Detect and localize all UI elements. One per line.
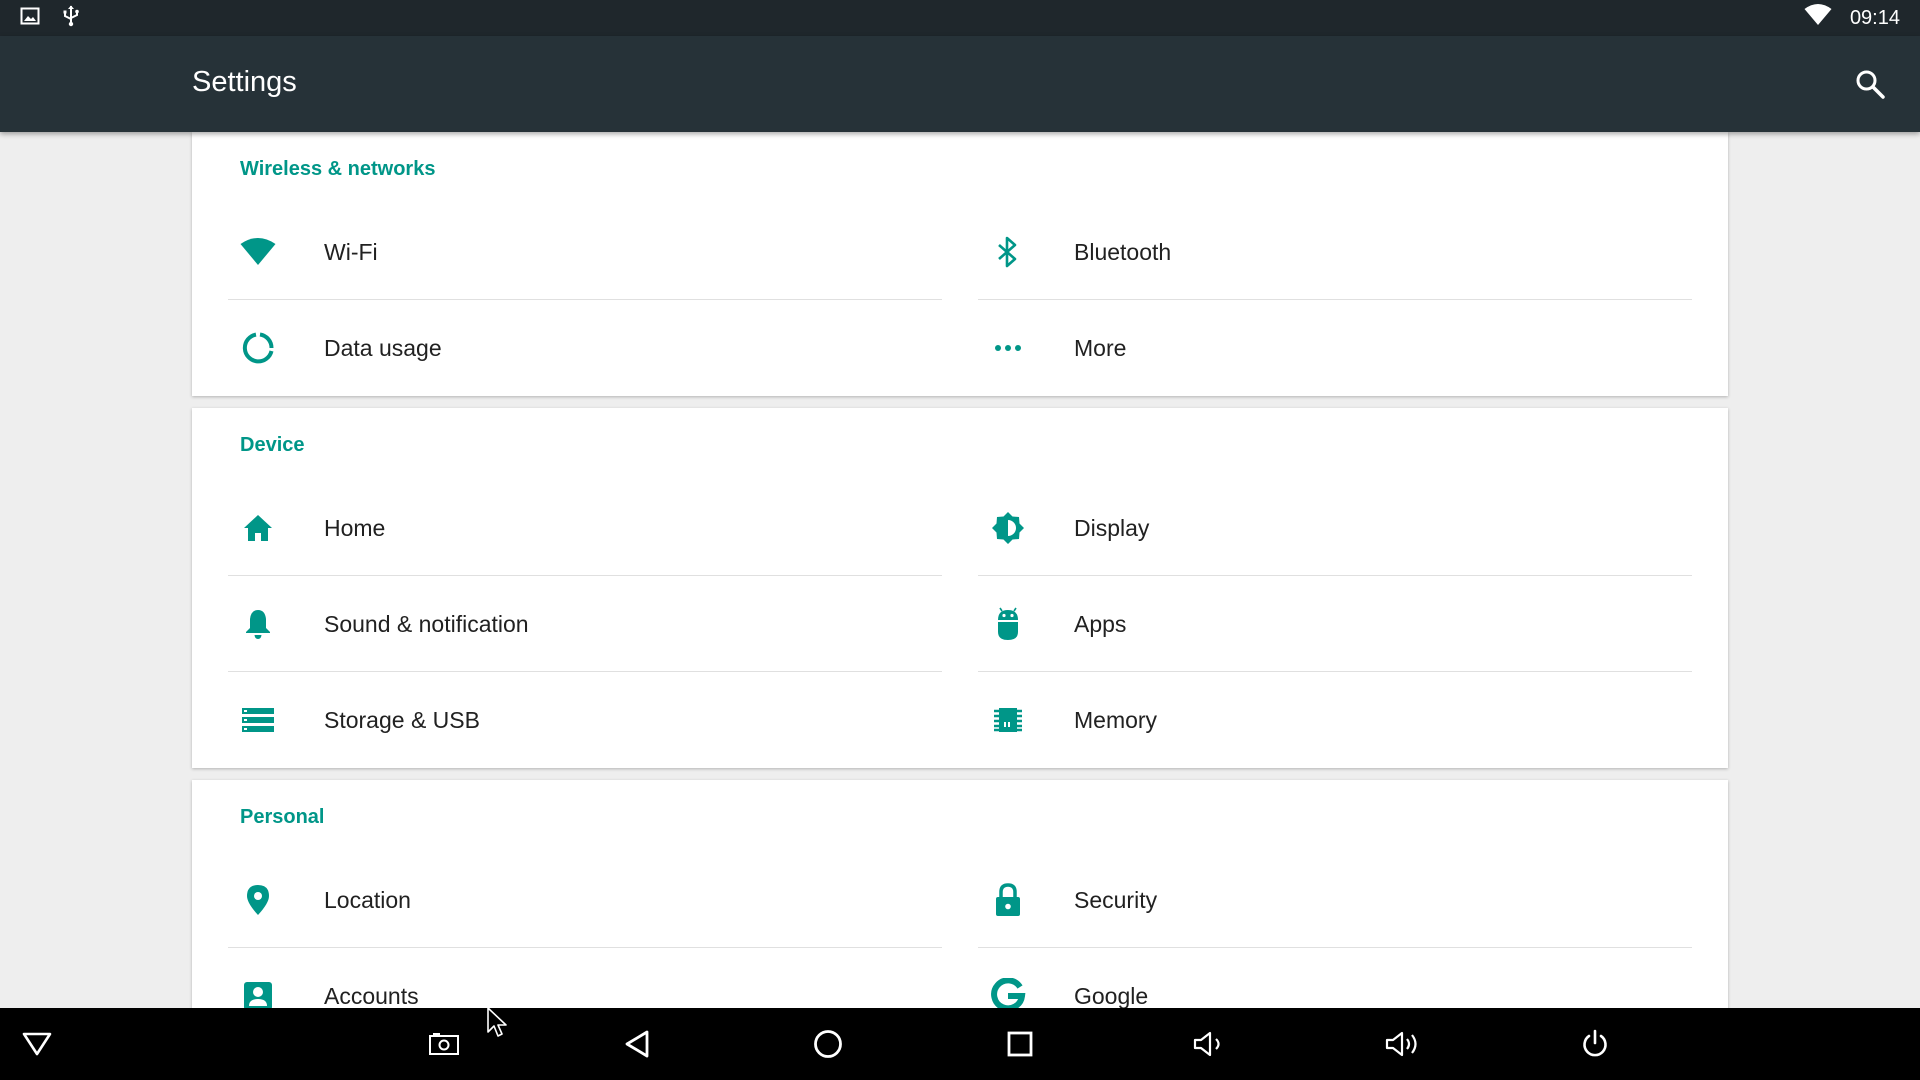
settings-item-label: Apps <box>1074 610 1127 637</box>
settings-item-label: Bluetooth <box>1074 238 1172 265</box>
page-title: Settings <box>192 66 297 98</box>
data-usage-icon <box>228 300 288 396</box>
settings-item-wifi[interactable]: Wi-Fi <box>228 204 942 300</box>
bluetooth-icon <box>978 204 1038 300</box>
account-icon <box>228 948 288 1008</box>
brightness-icon <box>978 480 1038 576</box>
settings-item-label: Memory <box>1074 706 1158 733</box>
volume-down-icon[interactable] <box>1188 1022 1232 1066</box>
settings-item-bluetooth[interactable]: Bluetooth <box>978 204 1692 300</box>
screenshot-icon[interactable] <box>422 1022 466 1066</box>
status-time: 09:14 <box>1849 6 1900 29</box>
notification-shade-icon[interactable] <box>15 1022 59 1066</box>
section-personal: Personal Location Security Accounts Goog… <box>192 780 1728 1008</box>
settings-item-label: Accounts <box>324 982 419 1009</box>
volume-up-icon[interactable] <box>1382 1022 1426 1066</box>
status-bar: 09:14 <box>0 0 1920 36</box>
settings-list[interactable]: Wireless & networks Wi-Fi Bluetooth Data… <box>0 132 1920 1008</box>
settings-item-label: Data usage <box>324 334 442 361</box>
settings-item-label: Google <box>1074 982 1149 1009</box>
settings-item-label: Wi-Fi <box>324 238 378 265</box>
settings-item-more[interactable]: More <box>978 300 1692 396</box>
settings-item-display[interactable]: Display <box>978 480 1692 576</box>
section-device: Device Home Display Sound & notification <box>192 408 1728 768</box>
settings-item-label: Security <box>1074 886 1158 913</box>
image-icon <box>20 6 40 31</box>
home-circle-icon[interactable] <box>806 1022 850 1066</box>
settings-item-apps[interactable]: Apps <box>978 576 1692 672</box>
search-icon[interactable] <box>1854 68 1886 100</box>
settings-item-google[interactable]: Google <box>978 948 1692 1008</box>
memory-chip-icon <box>978 672 1038 768</box>
settings-item-storage-usb[interactable]: Storage & USB <box>228 672 942 768</box>
settings-item-location[interactable]: Location <box>228 852 942 948</box>
google-icon <box>978 948 1038 1008</box>
app-bar: Settings <box>0 36 1920 132</box>
settings-item-label: Storage & USB <box>324 706 480 733</box>
home-icon <box>228 480 288 576</box>
power-icon[interactable] <box>1573 1022 1617 1066</box>
settings-item-memory[interactable]: Memory <box>978 672 1692 768</box>
section-wireless-networks: Wireless & networks Wi-Fi Bluetooth Data… <box>192 132 1728 396</box>
settings-item-label: Location <box>324 886 411 913</box>
settings-item-label: More <box>1074 334 1127 361</box>
navigation-bar <box>0 1008 1920 1080</box>
settings-item-security[interactable]: Security <box>978 852 1692 948</box>
settings-item-sound-notification[interactable]: Sound & notification <box>228 576 942 672</box>
back-icon[interactable] <box>615 1022 659 1066</box>
lock-icon <box>978 852 1038 948</box>
recents-icon[interactable] <box>998 1022 1042 1066</box>
wifi-signal-icon <box>1804 4 1832 32</box>
settings-item-accounts[interactable]: Accounts <box>228 948 942 1008</box>
section-title: Wireless & networks <box>240 158 436 180</box>
settings-item-label: Sound & notification <box>324 610 529 637</box>
location-pin-icon <box>228 852 288 948</box>
mouse-cursor <box>486 1006 510 1040</box>
bell-icon <box>228 576 288 672</box>
usb-icon <box>62 5 80 32</box>
section-title: Personal <box>240 806 325 828</box>
more-dots-icon <box>978 300 1038 396</box>
settings-item-label: Display <box>1074 514 1150 541</box>
android-icon <box>978 576 1038 672</box>
settings-item-data-usage[interactable]: Data usage <box>228 300 942 396</box>
storage-icon <box>228 672 288 768</box>
settings-item-home[interactable]: Home <box>228 480 942 576</box>
settings-item-label: Home <box>324 514 386 541</box>
section-title: Device <box>240 434 305 456</box>
wifi-icon <box>228 204 288 300</box>
